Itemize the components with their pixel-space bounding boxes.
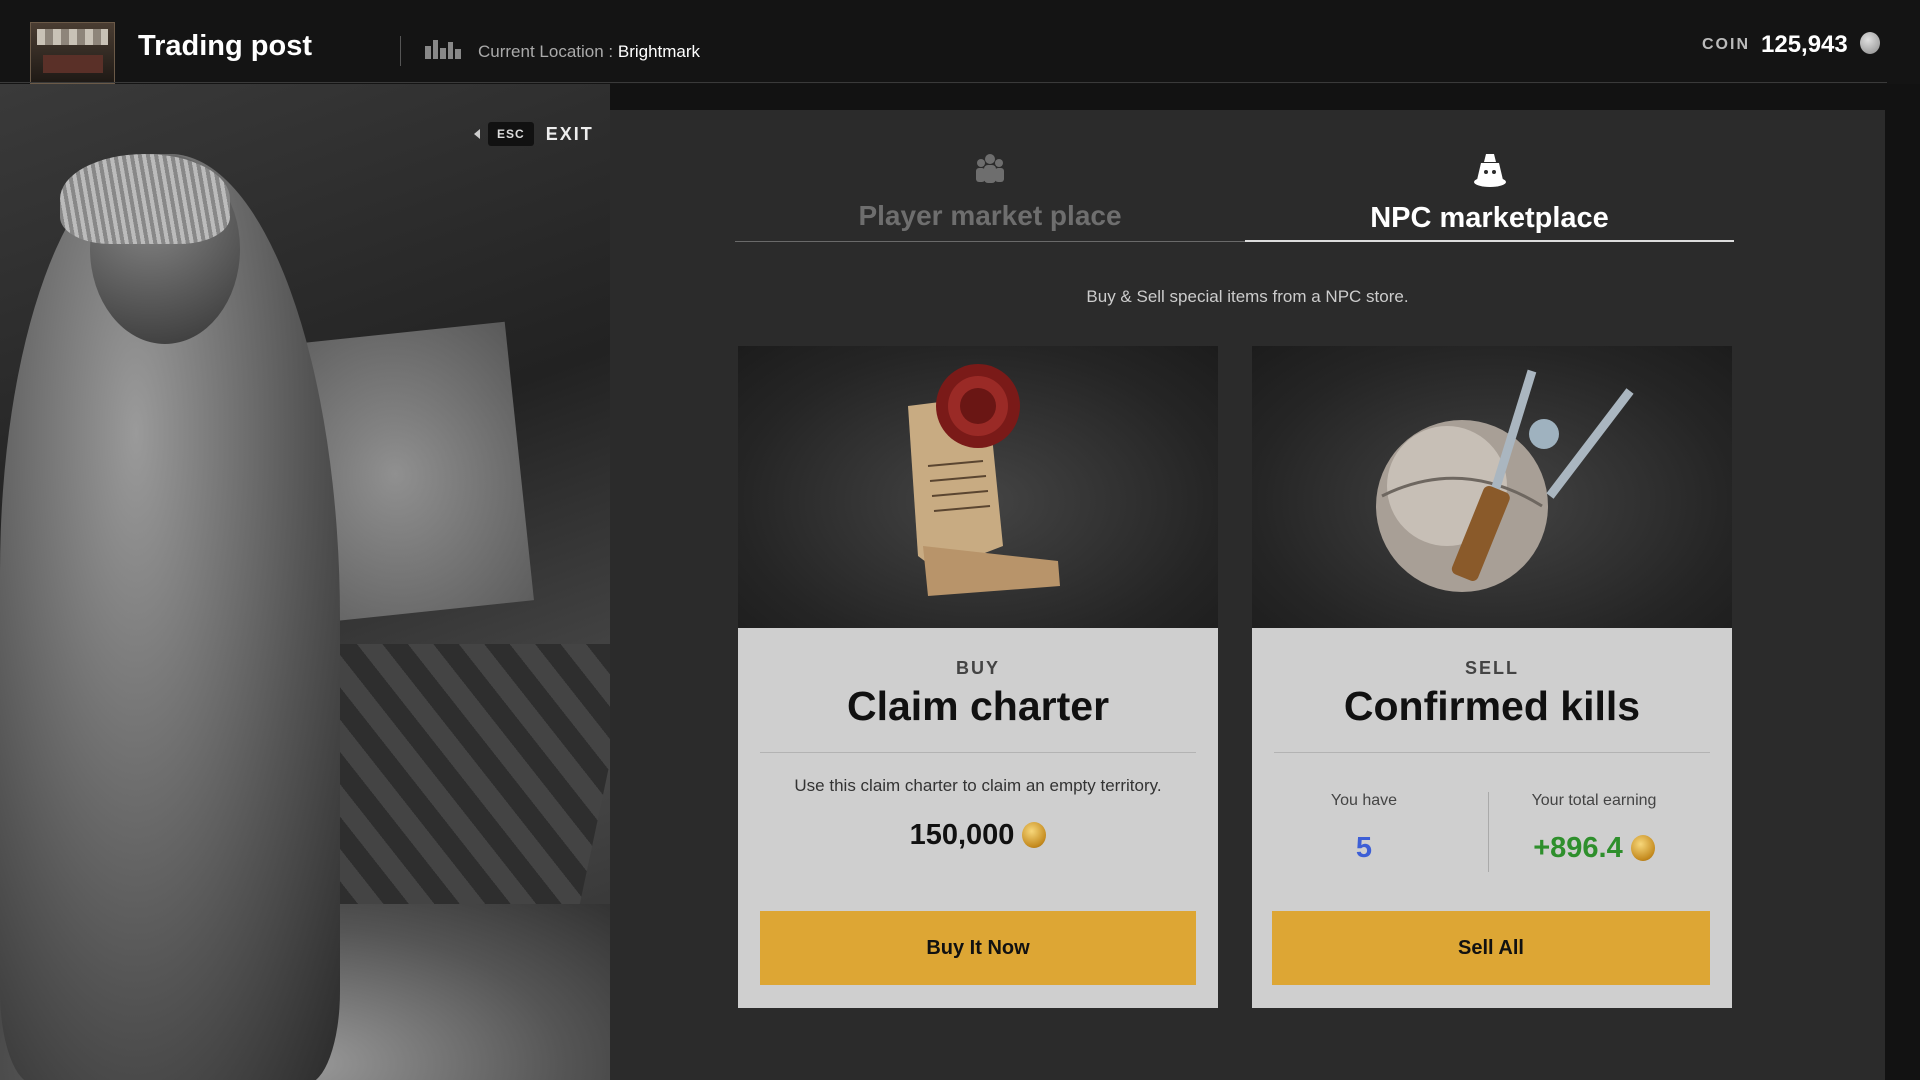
card-divider	[760, 752, 1196, 753]
total-earning-label: Your total earning	[1531, 792, 1657, 809]
coin-balance: 125,943	[1761, 31, 1848, 58]
card-type-label: SELL	[1464, 658, 1519, 678]
marketplace-panel: Player market place NPC marketplace Buy …	[610, 110, 1885, 1080]
item-name: Confirmed kills	[1343, 683, 1641, 729]
header-divider-line	[0, 82, 1887, 83]
you-have-value: 5	[1355, 832, 1373, 864]
tab-player-market-place[interactable]: Player market place	[735, 150, 1245, 242]
exit-button[interactable]: ESC EXIT	[474, 121, 594, 147]
players-group-icon	[976, 154, 1004, 183]
item-art	[738, 346, 1218, 628]
tab-npc-marketplace[interactable]: NPC marketplace	[1245, 150, 1734, 242]
esc-key-badge: ESC	[488, 122, 534, 146]
you-have-label: You have	[1330, 792, 1398, 809]
item-price: 150,000	[738, 819, 1218, 852]
top-bar: Trading post Current Location : Brightma…	[0, 0, 1920, 84]
total-earning-value-wrap: +896.4	[1482, 832, 1706, 865]
silver-coin-icon	[1860, 32, 1880, 54]
total-earning-value: +896.4	[1533, 832, 1623, 864]
tab-player-label: Player market place	[858, 200, 1122, 231]
exit-label: EXIT	[545, 123, 594, 144]
current-location-value: Brightmark	[617, 42, 701, 61]
sealed-scroll-icon	[908, 364, 1060, 596]
npc-merchant-icon	[1473, 154, 1506, 187]
sell-item-card: SELL Confirmed kills You have 5 Your tot…	[1252, 346, 1732, 1008]
back-arrow-icon	[474, 129, 480, 139]
tab-npc-label: NPC marketplace	[1370, 202, 1609, 234]
buy-item-card: BUY Claim charter Use this claim charter…	[738, 346, 1218, 1008]
total-earning-stat: Your total earning +896.4	[1482, 792, 1706, 865]
item-name: Claim charter	[846, 683, 1110, 729]
buy-it-now-button[interactable]: Buy It Now	[760, 911, 1196, 985]
trading-post-stall-icon	[30, 22, 115, 84]
scene-merchant-hair	[60, 154, 230, 244]
you-have-stat: You have 5	[1252, 792, 1476, 865]
merchant-scene-image	[0, 84, 610, 1080]
item-price-value: 150,000	[909, 819, 1015, 851]
item-description: Use this claim charter to claim an empty…	[794, 776, 1162, 795]
current-location: Current Location : Brightmark	[478, 42, 700, 62]
card-type-label: BUY	[955, 658, 1000, 678]
gold-coin-icon	[1630, 835, 1655, 861]
city-icon	[425, 40, 461, 59]
marketplace-description: Buy & Sell special items from a NPC stor…	[1086, 287, 1409, 306]
sell-all-button[interactable]: Sell All	[1272, 911, 1710, 985]
card-divider	[1274, 752, 1710, 753]
current-location-label: Current Location :	[478, 42, 618, 61]
page-title: Trading post	[138, 30, 312, 62]
coin-label: COIN	[1702, 36, 1750, 53]
orb-and-spear-icon	[1376, 369, 1634, 592]
header-divider	[400, 36, 401, 66]
item-art	[1252, 346, 1732, 628]
gold-coin-icon	[1022, 822, 1047, 848]
